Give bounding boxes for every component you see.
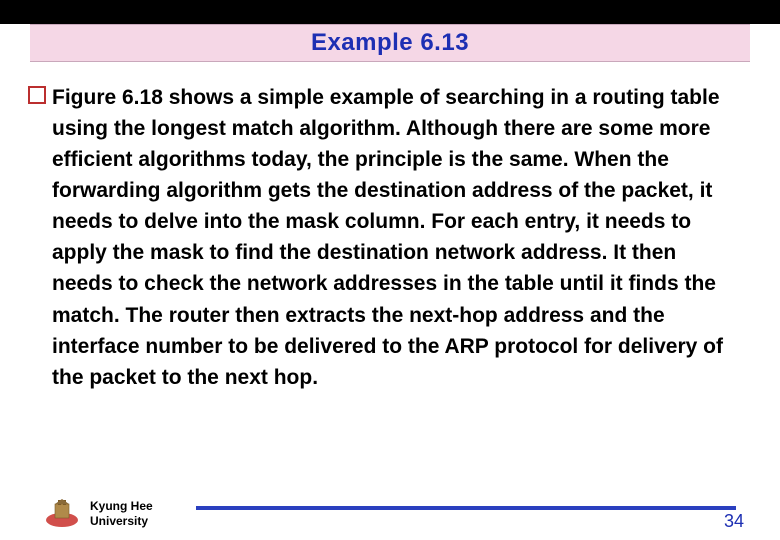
- university-name: Kyung Hee University: [90, 499, 153, 528]
- university-line2: University: [90, 514, 153, 528]
- content-area: Figure 6.18 shows a simple example of se…: [0, 62, 780, 393]
- title-band: Example 6.13: [30, 24, 750, 62]
- bullet-paragraph: Figure 6.18 shows a simple example of se…: [54, 82, 736, 393]
- page-number: 34: [724, 511, 744, 532]
- top-dark-bar: [0, 0, 780, 24]
- paragraph-text: Figure 6.18 shows a simple example of se…: [52, 82, 736, 393]
- university-line1: Kyung Hee: [90, 499, 153, 513]
- footer: Kyung Hee University 34: [0, 490, 780, 532]
- university-logo-icon: [42, 498, 82, 528]
- square-bullet-icon: [28, 86, 46, 104]
- footer-divider-line: [196, 506, 736, 510]
- slide-title: Example 6.13: [311, 29, 469, 56]
